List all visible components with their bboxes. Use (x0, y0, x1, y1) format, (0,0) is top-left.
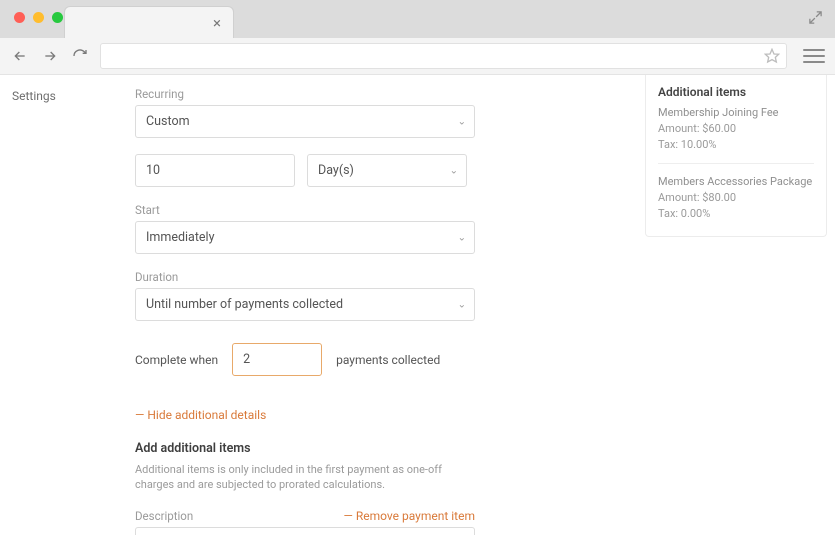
browser-tab[interactable]: × (64, 6, 234, 38)
bookmark-icon[interactable] (764, 48, 780, 68)
window-close-icon[interactable] (14, 12, 25, 23)
close-icon[interactable]: × (213, 14, 221, 32)
duration-value: Until number of payments collected (146, 297, 343, 312)
window-zoom-icon[interactable] (52, 12, 63, 23)
chevron-down-icon: ⌄ (458, 299, 466, 310)
complete-when-label: Complete when (135, 353, 218, 367)
start-label: Start (135, 203, 475, 217)
description-textarea[interactable] (135, 527, 475, 535)
chevron-down-icon: ⌄ (450, 165, 458, 176)
recurring-label: Recurring (135, 87, 475, 101)
window-minimize-icon[interactable] (33, 12, 44, 23)
panel-item: Members Accessories Package Amount: $80.… (658, 174, 814, 222)
interval-unit-select[interactable]: Day(s) ⌄ (307, 154, 467, 187)
recurring-select[interactable]: Custom ⌄ (135, 105, 475, 138)
menu-icon[interactable] (803, 49, 825, 63)
main-content: Recurring Custom ⌄ Day(s) ⌄ Start Immedi… (115, 75, 835, 535)
expand-icon[interactable] (808, 10, 823, 25)
panel-item-amount: Amount: $80.00 (658, 190, 814, 206)
sidebar-item-settings[interactable]: Settings (12, 89, 103, 103)
additional-items-panel: Additional items Membership Joining Fee … (645, 75, 827, 237)
payments-count-input[interactable] (232, 343, 322, 376)
hide-details-link[interactable]: Hide additional details (135, 408, 266, 422)
remove-item-link[interactable]: Remove payment item (344, 509, 475, 523)
panel-item-tax: Tax: 10.00% (658, 137, 814, 153)
reload-button[interactable] (70, 46, 90, 66)
panel-heading: Additional items (658, 85, 814, 99)
forward-button[interactable] (40, 46, 60, 66)
panel-item: Membership Joining Fee Amount: $60.00 Ta… (658, 105, 814, 153)
recurring-value: Custom (146, 114, 190, 129)
sidebar: Settings (0, 75, 115, 535)
description-label: Description (135, 509, 193, 523)
browser-toolbar (0, 38, 835, 75)
panel-item-title: Members Accessories Package (658, 174, 814, 190)
duration-label: Duration (135, 270, 475, 284)
chevron-down-icon: ⌄ (458, 116, 466, 127)
start-value: Immediately (146, 230, 215, 245)
add-items-helper: Additional items is only included in the… (135, 462, 465, 493)
duration-select[interactable]: Until number of payments collected ⌄ (135, 288, 475, 321)
panel-item-amount: Amount: $60.00 (658, 121, 814, 137)
start-select[interactable]: Immediately ⌄ (135, 221, 475, 254)
divider (658, 163, 814, 164)
chevron-down-icon: ⌄ (458, 232, 466, 243)
browser-titlebar: × (0, 0, 835, 38)
back-button[interactable] (10, 46, 30, 66)
panel-item-tax: Tax: 0.00% (658, 206, 814, 222)
add-items-heading: Add additional items (135, 441, 475, 456)
interval-count-input[interactable] (135, 154, 295, 187)
complete-when-suffix: payments collected (336, 353, 440, 367)
url-bar[interactable] (100, 43, 787, 69)
panel-item-title: Membership Joining Fee (658, 105, 814, 121)
interval-unit-value: Day(s) (318, 163, 354, 178)
